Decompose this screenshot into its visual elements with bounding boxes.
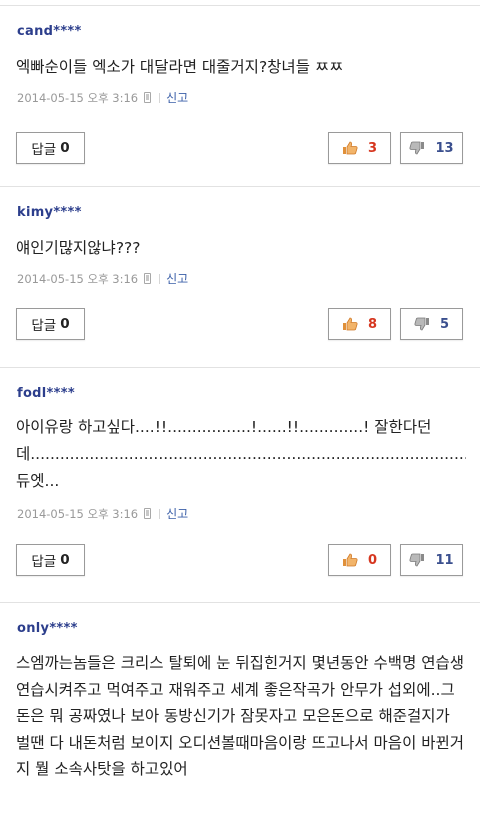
- report-link[interactable]: 신고: [166, 505, 188, 522]
- like-count: 0: [367, 552, 378, 568]
- reply-button[interactable]: 답글 0: [16, 132, 85, 164]
- comment-item: only**** 스엠까는놈들은 크리스 탈퇴에 눈 뒤집힌거지 몇년동안 수백…: [0, 603, 480, 817]
- thumbs-up-icon: [342, 141, 358, 155]
- dislike-count: 13: [435, 140, 454, 156]
- comment-item: cand**** 엑빠순이들 엑소가 대달라면 대줄거지?창녀들 ㅉㅉ 2014…: [0, 6, 480, 187]
- comment-meta: 2014-05-15 오후 3:16 신고: [17, 270, 188, 287]
- mobile-icon: [144, 92, 152, 103]
- reply-button[interactable]: 답글 0: [16, 308, 85, 340]
- comment-text: 아이유랑 하고싶다....!!.................!......!…: [16, 418, 466, 490]
- comment-text: 엑빠순이들 엑소가 대달라면 대줄거지?창녀들 ㅉㅉ: [16, 58, 344, 76]
- report-link[interactable]: 신고: [166, 270, 188, 287]
- comment-author[interactable]: fodl****: [17, 386, 75, 401]
- comment-meta: 2014-05-15 오후 3:16 신고: [17, 89, 188, 106]
- dislike-count: 5: [439, 316, 450, 332]
- meta-separator: [159, 508, 161, 519]
- comment-item: kimy**** 얘인기많지않냐??? 2014-05-15 오후 3:16 신…: [0, 187, 480, 368]
- like-count: 3: [367, 140, 378, 156]
- comment-author[interactable]: only****: [17, 621, 78, 636]
- dislike-button[interactable]: 11: [400, 544, 463, 576]
- reply-count: 0: [60, 316, 70, 332]
- thumbs-down-icon: [414, 317, 429, 331]
- dislike-button[interactable]: 13: [400, 132, 463, 164]
- thumbs-up-icon: [342, 317, 358, 331]
- mobile-icon: [144, 273, 152, 284]
- comment-meta: 2014-05-15 오후 3:16 신고: [17, 505, 188, 522]
- thumbs-up-icon: [342, 553, 358, 567]
- report-link[interactable]: 신고: [166, 89, 188, 106]
- comment-text: 얘인기많지않냐???: [16, 239, 141, 257]
- like-count: 8: [367, 316, 378, 332]
- thumbs-down-icon: [409, 141, 425, 155]
- comment-author[interactable]: kimy****: [17, 205, 82, 220]
- reply-count: 0: [60, 552, 70, 568]
- comment-text: 스엠까는놈들은 크리스 탈퇴에 눈 뒤집힌거지 몇년동안 수백명 연습생 연습시…: [16, 654, 465, 778]
- mobile-icon: [144, 508, 152, 519]
- reply-count: 0: [60, 140, 70, 156]
- meta-separator: [159, 273, 161, 284]
- like-button[interactable]: 3: [328, 132, 391, 164]
- reply-label: 답글: [31, 142, 57, 158]
- comment-date: 2014-05-15 오후 3:16: [17, 506, 139, 521]
- dislike-count: 11: [435, 552, 454, 568]
- comment-date: 2014-05-15 오후 3:16: [17, 271, 139, 286]
- meta-separator: [159, 92, 161, 103]
- dislike-button[interactable]: 5: [400, 308, 463, 340]
- like-button[interactable]: 8: [328, 308, 391, 340]
- comment-item: fodl**** 아이유랑 하고싶다....!!................…: [0, 368, 480, 603]
- like-button[interactable]: 0: [328, 544, 391, 576]
- comment-author[interactable]: cand****: [17, 24, 82, 39]
- comment-date: 2014-05-15 오후 3:16: [17, 90, 139, 105]
- thumbs-down-icon: [409, 553, 425, 567]
- reply-label: 답글: [31, 318, 57, 334]
- reply-label: 답글: [31, 554, 57, 570]
- reply-button[interactable]: 답글 0: [16, 544, 85, 576]
